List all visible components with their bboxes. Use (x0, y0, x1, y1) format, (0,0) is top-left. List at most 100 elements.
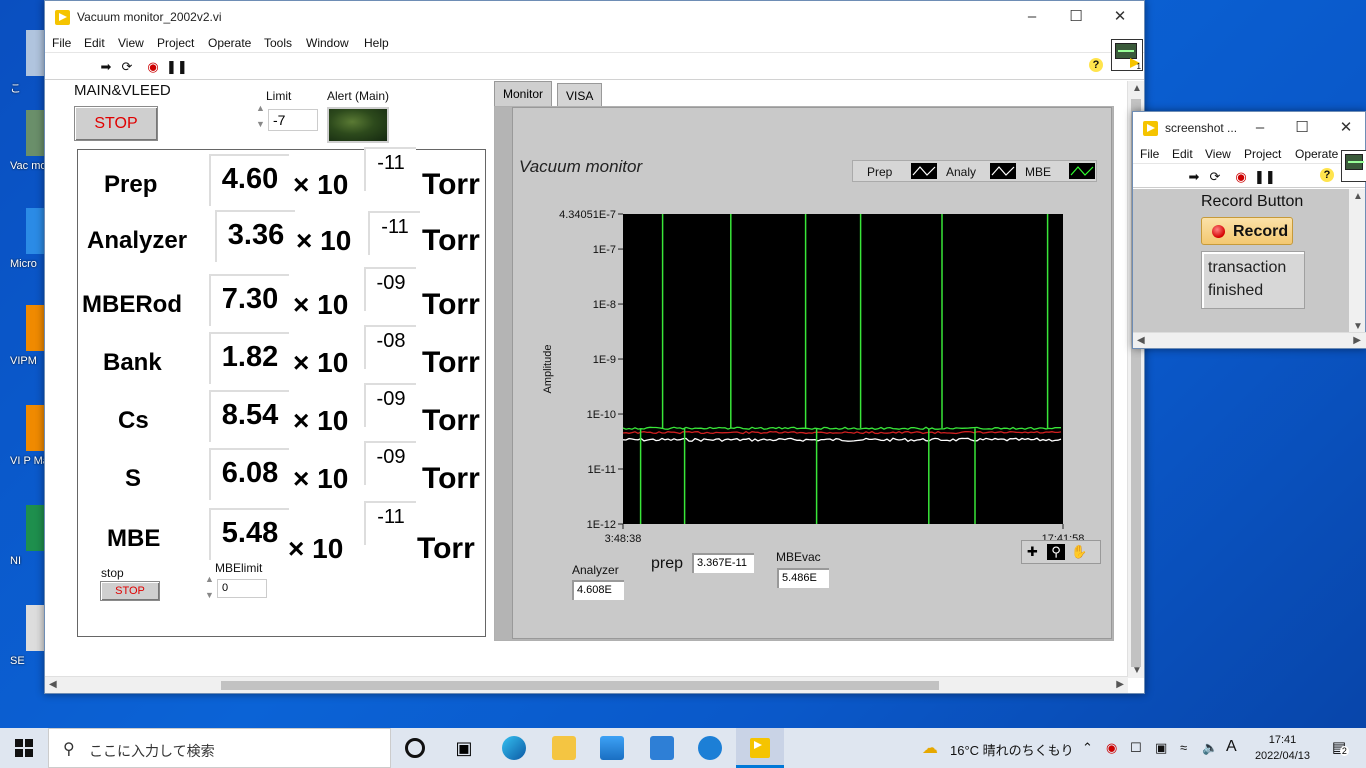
pause-icon[interactable]: ❚❚ (166, 59, 188, 75)
context-help-icon[interactable]: ? (1089, 58, 1103, 72)
notification-icon[interactable]: ▤ 2 (1332, 738, 1349, 756)
desktop-shortcut-label: VIPM (10, 355, 37, 367)
tray-chevron-icon[interactable]: ⌃ (1082, 740, 1093, 756)
menu-tools[interactable]: Tools (264, 36, 292, 50)
waveform-chart[interactable]: 4.34051E-7 1E-7 1E-8 1E-9 1E-10 1E-11 1E-12 Amp… (513, 180, 1111, 546)
tray-app-icon[interactable]: ◉ (1106, 740, 1117, 756)
menu-edit[interactable]: Edit (1172, 147, 1193, 161)
abort-icon[interactable]: ◉ (1233, 169, 1249, 185)
file-explorer-icon[interactable] (552, 736, 576, 760)
menu-file[interactable]: File (1140, 147, 1159, 161)
weather-icon[interactable]: ☁ (922, 738, 938, 758)
edge-browser-icon[interactable] (502, 736, 526, 760)
horizontal-scrollbar[interactable]: ◀ ▶ (45, 676, 1128, 693)
cortana-icon[interactable] (405, 738, 425, 758)
store-icon[interactable] (600, 736, 624, 760)
maximize-button[interactable]: ☐ (1054, 5, 1098, 29)
mbevac-indicator: 5.486E (777, 568, 829, 588)
legend-label: Prep (867, 165, 893, 179)
gauge-mantissa: 8.54 (209, 390, 289, 442)
status-line-2: finished (1208, 282, 1264, 299)
desktop-shortcut-icon[interactable] (26, 208, 46, 254)
legend-swatch[interactable] (911, 163, 937, 179)
run-arrow-icon[interactable]: ➡ (98, 59, 114, 75)
gauge-mantissa: 5.48 (209, 508, 289, 560)
abort-icon[interactable]: ◉ (145, 59, 161, 75)
stop2-button[interactable]: STOP (100, 581, 160, 601)
record-button[interactable]: Record (1201, 217, 1293, 245)
panel-title: MAIN&VLEED (74, 82, 171, 99)
run-continuously-icon[interactable]: ⟳ (1207, 169, 1223, 185)
desktop-shortcut-label: こ (10, 83, 21, 95)
stop-button[interactable]: STOP (74, 106, 158, 141)
limit-input[interactable]: -7 (268, 109, 318, 131)
menu-bar: File Edit View Project Operate (1133, 144, 1365, 164)
minimize-button[interactable]: – (1245, 116, 1275, 140)
menu-operate[interactable]: Operate (1295, 147, 1338, 161)
menu-edit[interactable]: Edit (84, 36, 105, 50)
desktop-shortcut-icon[interactable] (26, 605, 46, 651)
menu-file[interactable]: File (52, 36, 71, 50)
limit-spinner[interactable] (255, 103, 267, 135)
close-button[interactable]: ✕ (1331, 116, 1361, 140)
zoom-icon[interactable]: ⚲ (1047, 544, 1065, 560)
torr-unit-label: Torr (422, 404, 480, 437)
context-help-icon[interactable]: ? (1320, 168, 1334, 182)
y-tick-label: 4.34051E-7 (559, 209, 616, 221)
desktop-shortcut-icon[interactable] (26, 30, 46, 76)
gauge-exponent: -09 (364, 267, 416, 311)
mbelimit-spinner[interactable] (204, 574, 216, 600)
weather-text[interactable]: 16°C 晴れのちくもり (950, 740, 1074, 759)
status-indicator: transaction finished (1201, 251, 1305, 309)
menu-project[interactable]: Project (1244, 147, 1281, 161)
maximize-button[interactable]: ☐ (1287, 116, 1317, 140)
times-ten-label: × 10 (288, 533, 344, 564)
tab-monitor[interactable]: Monitor (494, 81, 553, 107)
windows-start-icon[interactable] (15, 739, 33, 757)
taskbar-labview-active[interactable] (736, 728, 784, 768)
menu-help[interactable]: Help (364, 36, 389, 50)
taskbar-search[interactable]: ⚲ ここに入力して検索 (48, 728, 391, 768)
pause-icon[interactable]: ❚❚ (1254, 169, 1276, 185)
vertical-scrollbar[interactable]: ▲ ▼ (1349, 189, 1365, 334)
prep-indicator: 3.367E-11 (692, 553, 754, 573)
menu-view[interactable]: View (1205, 147, 1231, 161)
search-placeholder: ここに入力して検索 (89, 743, 215, 759)
torr-unit-label: Torr (422, 288, 480, 321)
menu-operate[interactable]: Operate (208, 36, 251, 50)
title-bar[interactable]: Vacuum monitor_2002v2.vi – ☐ ✕ (45, 1, 1144, 33)
gauge-mantissa: 3.36 (215, 210, 295, 262)
record-dot-icon (1212, 225, 1225, 238)
taskbar-clock[interactable]: 17:41 2022/04/13 (1255, 732, 1310, 764)
minimize-button[interactable]: – (1010, 5, 1054, 29)
horizontal-scroll-thumb[interactable] (221, 681, 939, 690)
gauge-name: S (125, 465, 142, 492)
menu-project[interactable]: Project (157, 36, 194, 50)
torr-unit-label: Torr (422, 224, 480, 257)
mbelimit-input[interactable]: 0 (217, 579, 267, 598)
desktop-shortcut-icon[interactable] (26, 405, 46, 451)
legend-swatch[interactable] (990, 163, 1016, 179)
crosshair-cursor-icon[interactable]: ✚ (1027, 544, 1038, 560)
mail-icon[interactable] (650, 736, 674, 760)
app-icon[interactable] (698, 736, 722, 760)
horizontal-scrollbar[interactable]: ◀ ▶ (1133, 332, 1366, 348)
volume-muted-icon[interactable]: 🔈 (1202, 740, 1218, 756)
run-continuously-icon[interactable]: ⟳ (119, 59, 135, 75)
tray-app2-icon[interactable]: ☐ (1130, 740, 1142, 756)
menu-view[interactable]: View (118, 36, 144, 50)
close-button[interactable]: ✕ (1098, 5, 1142, 29)
desktop-shortcut-icon[interactable] (26, 305, 46, 351)
tray-app3-icon[interactable]: ▣ (1155, 740, 1167, 756)
desktop-shortcut-icon[interactable] (26, 505, 46, 551)
menu-window[interactable]: Window (306, 36, 349, 50)
pan-hand-icon[interactable]: ✋ (1071, 544, 1087, 560)
times-ten-label: × 10 (293, 289, 349, 320)
desktop-shortcut-icon[interactable] (26, 110, 46, 156)
vi-connector-icon: 1 (1111, 39, 1143, 71)
wifi-icon[interactable]: ≈ (1180, 740, 1187, 755)
run-arrow-icon[interactable]: ➡ (1186, 169, 1202, 185)
task-view-icon[interactable]: ▣ (452, 736, 476, 760)
legend-swatch[interactable] (1069, 163, 1095, 179)
ime-indicator[interactable]: A (1226, 738, 1237, 756)
